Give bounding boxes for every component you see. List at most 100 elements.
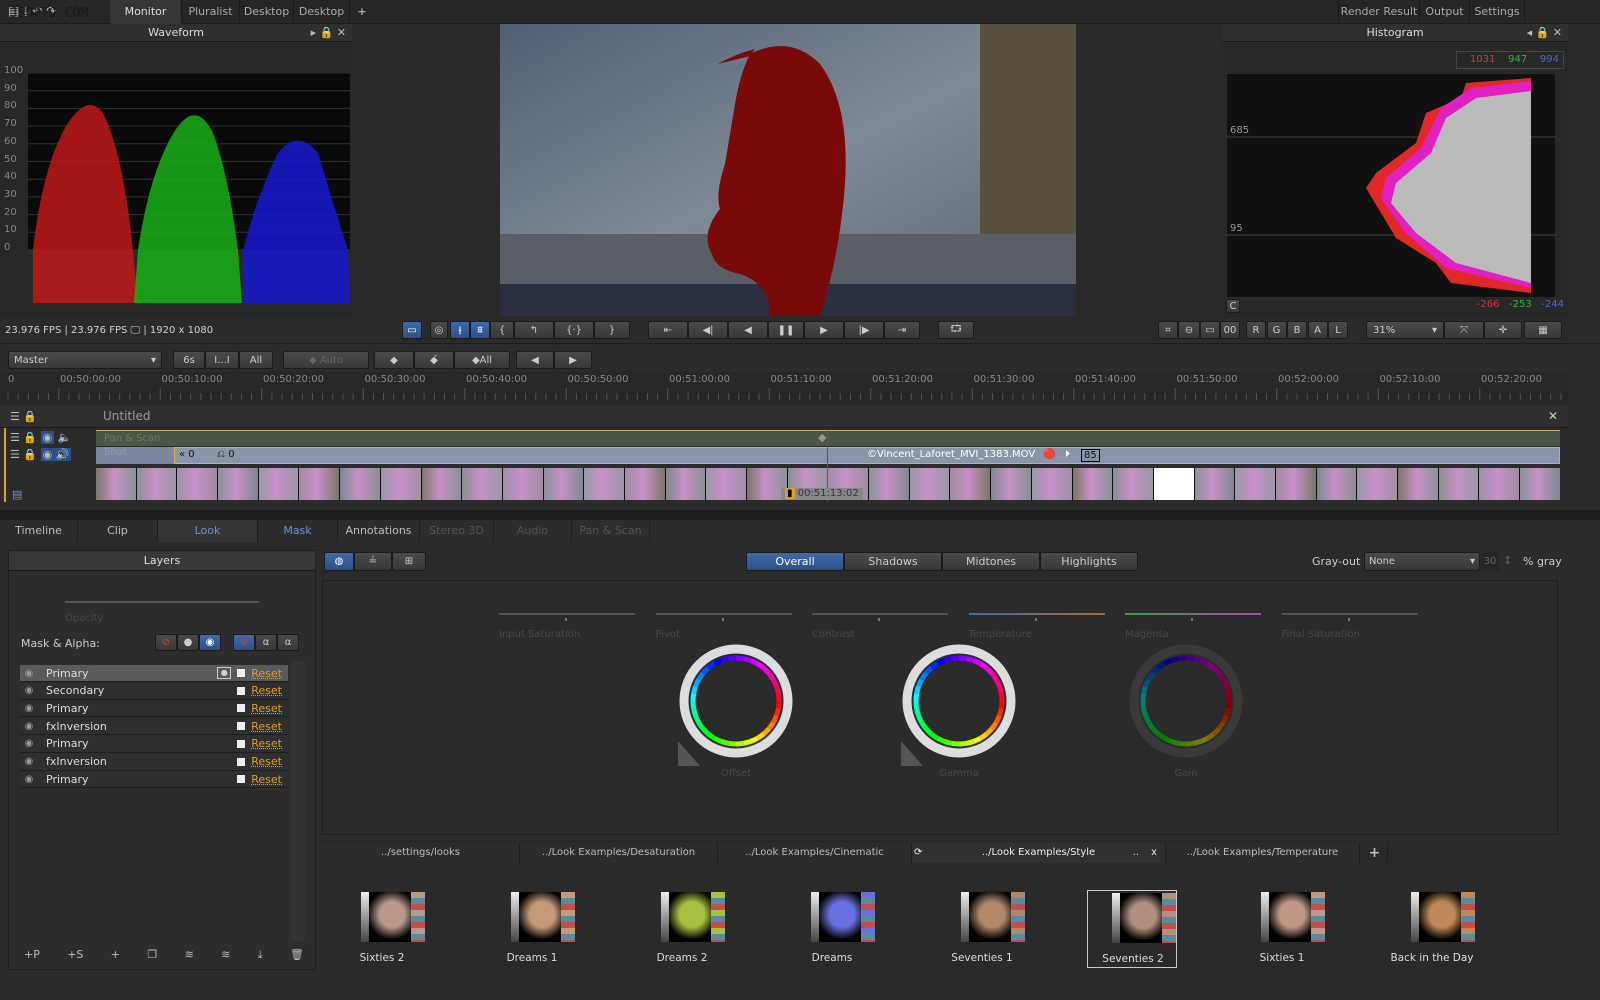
slider-track[interactable] <box>812 613 948 615</box>
mask-off-button[interactable]: ⊘ <box>155 634 177 651</box>
slider-final-saturation[interactable]: Final Saturation <box>1281 613 1418 640</box>
tab-audio[interactable]: Audio <box>494 520 572 542</box>
channel-l-button[interactable]: L <box>1328 321 1348 339</box>
gray-percent-input[interactable]: 30 <box>1481 552 1499 571</box>
numeric-mode-icon[interactable]: ⊞ <box>392 552 426 571</box>
layer-row[interactable]: ◉ Secondary Reset <box>20 682 288 700</box>
gray-stepper[interactable]: ↕ <box>1503 554 1512 567</box>
layer-row[interactable]: ◉ fxInversion Reset <box>20 718 288 736</box>
overlay-icon[interactable]: ⊖ <box>1178 321 1200 339</box>
tab-render-result[interactable]: Render Result <box>1338 0 1420 24</box>
channel-a-button[interactable]: A <box>1307 321 1328 339</box>
look-tab[interactable]: ../settings/looks <box>322 843 520 863</box>
wheel-gamma[interactable]: Gamma <box>901 644 1016 779</box>
layers-down-icon[interactable]: ≋ <box>185 948 194 962</box>
add-tab-button[interactable]: + <box>352 0 372 24</box>
wheel-corner-handle[interactable] <box>678 741 700 766</box>
tab-settings[interactable]: Settings <box>1470 0 1525 24</box>
reset-link[interactable]: Reset <box>251 773 282 786</box>
visibility-eye-icon[interactable]: ◉ <box>20 756 38 767</box>
layer-row[interactable]: ◉ Primary ● Reset <box>20 665 288 682</box>
look-thumbnail[interactable]: Sixties 1 <box>1237 890 1327 968</box>
alpha-button[interactable]: α <box>255 634 277 651</box>
look-thumbnail[interactable]: Sixties 2 <box>337 890 427 968</box>
layer-color-swatch[interactable] <box>237 669 246 677</box>
tab-pan-scan[interactable]: Pan & Scan <box>572 520 650 542</box>
splitter[interactable] <box>0 510 1600 520</box>
visibility-eye-icon[interactable]: ◉ <box>20 721 38 732</box>
duplicate-icon[interactable]: ❐ <box>147 948 157 962</box>
slider-handle[interactable] <box>565 618 567 621</box>
reset-link[interactable]: Reset <box>251 755 282 768</box>
color-wheel-mode-icon[interactable]: ◍ <box>324 552 354 571</box>
wheel-gain[interactable]: Gain <box>1129 644 1243 779</box>
look-tab[interactable]: ⟳ ../Look Examples/Style.. x <box>912 843 1166 863</box>
goto-start-button[interactable]: ⇤ <box>648 321 688 339</box>
slider-track[interactable] <box>968 613 1105 615</box>
look-thumbnail[interactable]: Seventies 1 <box>937 890 1027 968</box>
layer-color-swatch[interactable] <box>237 757 246 766</box>
prev-keyframe-button[interactable]: ◀ <box>516 351 554 369</box>
keyframe-all-button[interactable]: ◆ All <box>454 351 510 369</box>
layer-select-dropdown[interactable]: Master ▾ <box>8 351 162 369</box>
loop-icon[interactable]: ⮔ <box>938 321 974 339</box>
range-shadows-button[interactable]: Shadows <box>844 552 942 571</box>
tab-desktop-1[interactable]: Desktop <box>240 0 294 24</box>
mark-in-button[interactable]: { <box>490 321 514 339</box>
look-thumbnail[interactable]: Dreams <box>787 890 877 968</box>
clip-track[interactable]: ☰ 🔒 ◉ 🔊 Shot « 0 ⎌ 0 ©Vincent_Laforet_MV… <box>0 447 1568 464</box>
slider-magenta[interactable]: Magenta <box>1125 613 1261 640</box>
panel-controls[interactable]: ▸ 🔒 ✕ <box>311 24 346 42</box>
play-reverse-button[interactable]: ◀ <box>728 321 768 339</box>
layer-row[interactable]: ◉ Primary Reset <box>20 700 288 718</box>
trash-icon[interactable]: 🗑 <box>290 948 304 962</box>
return-icon[interactable]: ↰ <box>514 321 554 339</box>
refresh-icon[interactable]: ⟳ <box>914 843 922 863</box>
step-back-button[interactable]: ◀| <box>688 321 728 339</box>
slider-track[interactable] <box>655 613 792 615</box>
slider-pivot[interactable]: Pivot <box>655 613 792 640</box>
slider-track[interactable] <box>499 613 635 615</box>
reset-link[interactable]: Reset <box>251 684 282 697</box>
range-all-button[interactable]: All <box>239 351 273 369</box>
goto-end-button[interactable]: ⇥ <box>884 321 920 339</box>
look-tab[interactable]: ../Look Examples/Cinematic <box>718 843 912 863</box>
slider-contrast[interactable]: Contrast <box>812 613 948 640</box>
tab-desktop-2[interactable]: Desktop <box>294 0 350 24</box>
alpha-off-button[interactable]: ⊘ <box>233 634 255 651</box>
layer-row[interactable]: ◉ Primary Reset <box>20 735 288 753</box>
slider-handle[interactable] <box>1191 618 1193 621</box>
visibility-eye-icon[interactable]: ◉ <box>20 668 38 679</box>
layers-up-icon[interactable]: ≋ <box>221 948 230 962</box>
color-wheels[interactable]: Offset Gamma Gain <box>663 641 1263 791</box>
zoom-dropdown[interactable]: 31% ▾ <box>1366 321 1444 339</box>
grid-layout-icon[interactable]: ▦ <box>1524 321 1562 339</box>
clip-offset[interactable]: ⎌ 0 <box>217 449 235 460</box>
track-icons[interactable]: ☰ 🔒 ◉ 🔊 <box>10 448 72 461</box>
wheel-offset[interactable]: Offset <box>678 644 793 779</box>
clip-in-value[interactable]: « 0 <box>179 449 195 460</box>
range-6s-button[interactable]: 6s <box>173 351 205 369</box>
filmstrip-icon[interactable]: ▤ <box>12 488 22 501</box>
range-overall-button[interactable]: Overall <box>746 552 844 571</box>
mask-inside-button[interactable]: ● <box>177 634 199 651</box>
center-icon[interactable]: ✛ <box>1484 321 1522 339</box>
keyframe-marker-icon[interactable]: ◆ <box>818 431 826 444</box>
layer-row[interactable]: ◉ Primary Reset <box>20 771 288 789</box>
wheel-corner-handle[interactable] <box>901 741 923 766</box>
add-secondary-button[interactable]: +S <box>67 948 83 962</box>
add-look-tab-button[interactable]: + <box>1362 843 1388 863</box>
tab-look[interactable]: Look <box>158 520 258 542</box>
visibility-eye-icon[interactable]: ◉ <box>20 685 38 696</box>
add-keyframe-button[interactable]: ◆ <box>374 351 414 369</box>
crop-icon[interactable]: ⌗ <box>1158 321 1178 339</box>
track-icons[interactable]: ☰ 🔒 <box>10 410 37 423</box>
frame-icon[interactable]: ▭ <box>1200 321 1220 339</box>
next-keyframe-button[interactable]: ▶ <box>554 351 592 369</box>
remove-keyframe-button[interactable]: ◆̄ <box>414 351 454 369</box>
look-thumbnail[interactable]: Back in the Day <box>1387 890 1477 968</box>
look-tab[interactable]: ../Look Examples/Temperature <box>1166 843 1360 863</box>
grayout-dropdown[interactable]: None ▾ <box>1364 552 1480 571</box>
slider-track[interactable] <box>1125 613 1261 615</box>
range-midtones-button[interactable]: Midtones <box>942 552 1040 571</box>
